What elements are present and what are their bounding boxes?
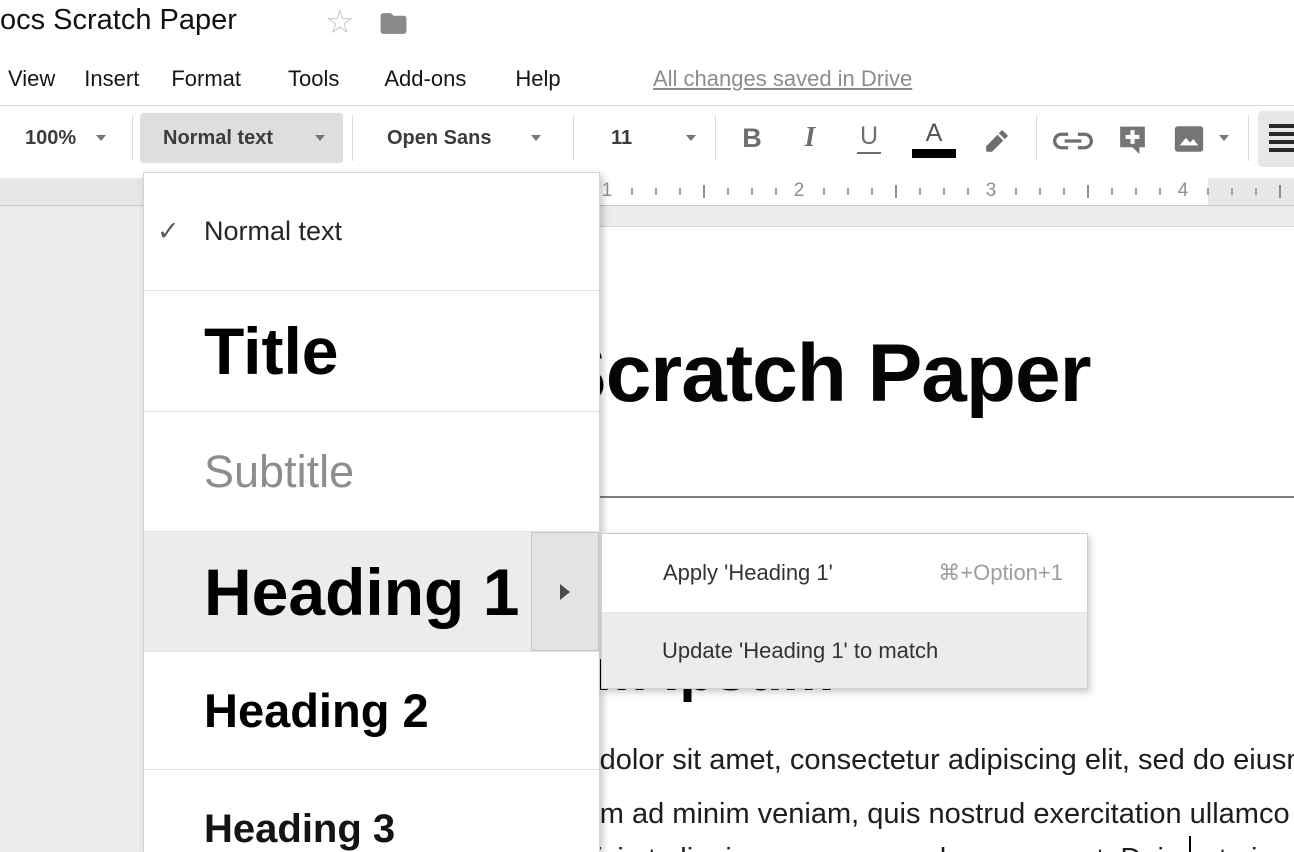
menu-item-subtitle[interactable]: Subtitle — [144, 411, 599, 531]
menu-item-heading2[interactable]: Heading 2 — [144, 651, 599, 769]
subtitle-label: Subtitle — [204, 446, 354, 498]
chevron-down-icon[interactable] — [1219, 135, 1229, 141]
chevron-down-icon[interactable] — [686, 135, 696, 141]
toolbar-separator — [132, 115, 133, 161]
menu-item-title[interactable]: Title — [144, 290, 599, 411]
chevron-down-icon — [315, 135, 325, 141]
text-color-glyph: A — [912, 120, 956, 146]
toolbar-separator — [1036, 115, 1037, 161]
apply-heading1-label: Apply 'Heading 1' — [663, 560, 833, 586]
style-value: Normal text — [163, 127, 273, 150]
submenu-item-apply-heading1[interactable]: Apply 'Heading 1' ⌘+Option+1 — [602, 534, 1087, 612]
heading3-label: Heading 3 — [204, 807, 395, 852]
google-docs-window: Docs Scratch Paper ☆ View Insert Format … — [0, 0, 1294, 852]
menu-tools[interactable]: Tools — [288, 66, 339, 92]
menu-addons[interactable]: Add-ons — [384, 66, 466, 92]
star-icon[interactable]: ☆ — [325, 2, 355, 41]
heading1-label: Heading 1 — [204, 554, 519, 630]
title-label: Title — [204, 313, 338, 389]
toolbar-separator — [573, 115, 574, 161]
insert-image-icon[interactable] — [1172, 122, 1206, 161]
toolbar: 100% Normal text Open Sans 11 B I U A — [0, 106, 1294, 178]
submenu-item-update-heading1[interactable]: Update 'Heading 1' to match — [602, 612, 1087, 688]
document-title-input[interactable]: Docs Scratch Paper — [0, 4, 237, 37]
font-size-value: 11 — [611, 127, 632, 150]
chevron-down-icon — [96, 135, 106, 141]
menu-item-heading3[interactable]: Heading 3 — [144, 769, 599, 852]
zoom-value: 100% — [25, 127, 76, 150]
folder-icon[interactable] — [378, 8, 409, 44]
menu-insert[interactable]: Insert — [84, 66, 139, 92]
chevron-down-icon[interactable] — [531, 135, 541, 141]
highlight-color-button[interactable] — [980, 124, 1014, 163]
text-color-swatch — [912, 149, 956, 158]
paragraph-styles-menu: ✓ Normal text Title Subtitle Heading 1 H… — [143, 172, 600, 852]
menu-format[interactable]: Format — [171, 66, 241, 92]
save-status-link[interactable]: All changes saved in Drive — [653, 66, 912, 92]
align-justify-button[interactable] — [1258, 111, 1294, 167]
add-comment-icon[interactable] — [1116, 122, 1149, 161]
zoom-select[interactable]: 100% — [25, 113, 76, 163]
submenu-arrow-icon — [560, 584, 570, 600]
underline-glyph: U — [857, 122, 881, 154]
menu-view[interactable]: View — [8, 66, 55, 92]
paragraph-style-select[interactable]: Normal text — [140, 113, 343, 163]
toolbar-separator — [715, 115, 716, 161]
update-heading1-label: Update 'Heading 1' to match — [662, 638, 938, 664]
heading1-submenu: Apply 'Heading 1' ⌘+Option+1 Update 'Hea… — [601, 533, 1088, 689]
heading2-label: Heading 2 — [204, 683, 429, 738]
apply-heading1-shortcut: ⌘+Option+1 — [938, 560, 1063, 586]
menu-item-heading1[interactable]: Heading 1 — [144, 531, 599, 651]
normal-text-label: Normal text — [204, 216, 342, 247]
menubar: View Insert Format Tools Add-ons Help Al… — [0, 52, 1294, 106]
bold-button[interactable]: B — [736, 113, 768, 163]
font-size-select[interactable]: 11 — [611, 113, 632, 163]
font-family-select[interactable]: Open Sans — [387, 113, 491, 163]
text-color-button[interactable]: A — [912, 120, 956, 158]
heading1-submenu-button[interactable] — [531, 532, 599, 651]
align-justify-icon — [1269, 124, 1294, 128]
underline-button[interactable]: U — [852, 113, 886, 163]
italic-button[interactable]: I — [796, 113, 824, 163]
menu-item-normal-text[interactable]: ✓ Normal text — [144, 173, 599, 290]
toolbar-separator — [352, 115, 353, 161]
menu-help[interactable]: Help — [515, 66, 560, 92]
font-value: Open Sans — [387, 127, 491, 150]
toolbar-separator — [1248, 115, 1249, 161]
titlebar: Docs Scratch Paper ☆ — [0, 0, 1294, 52]
checkmark-icon: ✓ — [157, 216, 180, 247]
insert-link-icon[interactable] — [1053, 128, 1093, 159]
